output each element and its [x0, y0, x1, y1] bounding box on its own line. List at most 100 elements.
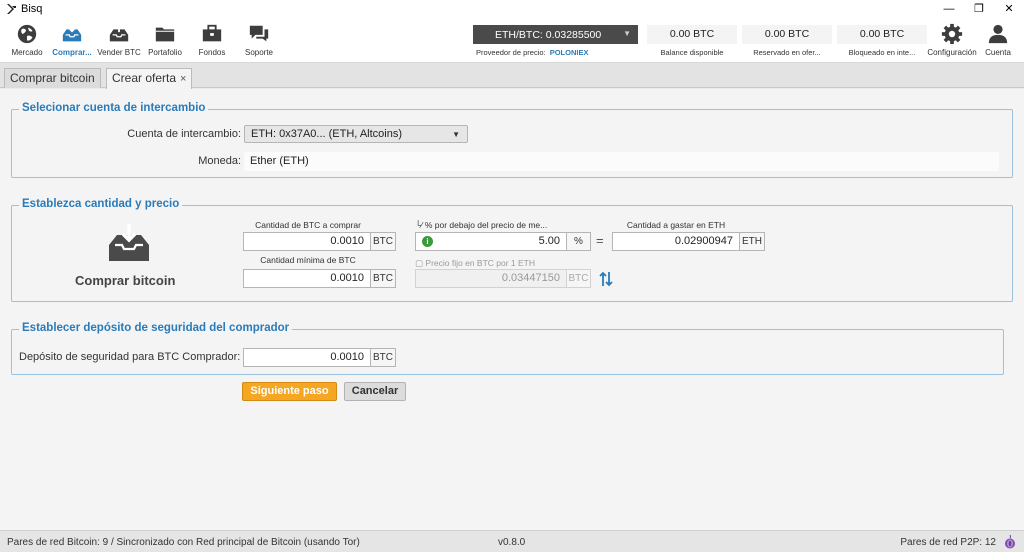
tab-create-offer-label: Crear oferta — [112, 71, 177, 85]
sell-tray-icon — [109, 23, 129, 42]
security-deposit-section-title: Establecer depósito de seguridad del com… — [19, 322, 293, 334]
balance-available-value: 0.00 BTC — [647, 25, 737, 44]
min-amount-unit: BTC — [370, 269, 396, 288]
amount-unit: BTC — [370, 232, 396, 251]
security-deposit-input[interactable]: 0.0010 — [243, 348, 371, 367]
volume-unit: ETH — [739, 232, 765, 251]
equals-sign: = — [596, 233, 604, 248]
nav-account-button[interactable]: Cuenta — [983, 17, 1013, 63]
security-deposit-label: Depósito de seguridad para BTC Comprador… — [19, 351, 241, 363]
bisq-logo-icon — [7, 3, 16, 14]
buy-tray-icon — [62, 23, 82, 42]
restore-icon[interactable]: ❐ — [964, 0, 994, 17]
close-tab-icon[interactable]: × — [180, 73, 186, 85]
app-version: v0.8.0 — [498, 537, 526, 548]
amount-label: Cantidad de BTC a comprar — [255, 220, 361, 230]
nav-market-label: Mercado — [11, 48, 43, 57]
nav-support-label: Soporte — [244, 48, 274, 57]
pct-below-market-input[interactable]: i 5.00 — [415, 232, 567, 251]
pct-below-market-text: % por debajo del precio de me... — [424, 220, 548, 230]
balance-reserved: 0.00 BTC Reservado en ofer... — [742, 25, 832, 57]
price-ticker-value: ETH/BTC: 0.03285500 — [495, 28, 602, 41]
gear-icon — [941, 23, 963, 45]
status-bar: Pares de red Bitcoin: 9 / Sincronizado c… — [0, 530, 1024, 552]
tab-create-offer[interactable]: Crear oferta × — [106, 68, 193, 89]
fixed-price-label: ▢ Precio fijo en BTC por 1 ETH — [415, 258, 575, 269]
minimize-icon[interactable]: — — [934, 0, 964, 17]
balance-reserved-value: 0.00 BTC — [742, 25, 832, 44]
price-provider-label: Proveedor de precio: — [476, 48, 546, 57]
amount-price-section: Establezca cantidad y precio Comprar bit… — [11, 198, 1013, 302]
window-controls: — ❐ ✕ — [934, 0, 1024, 17]
nav-support-button[interactable]: Soporte — [242, 17, 276, 63]
security-deposit-section: Establecer depósito de seguridad del com… — [11, 322, 1004, 375]
nav-portfolio-label: Portafolio — [148, 48, 182, 57]
price-ticker-select[interactable]: ETH/BTC: 0.03285500 ▼ — [473, 25, 638, 44]
amount-price-section-title: Establezca cantidad y precio — [19, 198, 183, 210]
next-step-button[interactable]: Siguiente paso — [242, 382, 337, 401]
volume-input[interactable]: 0.02900947 — [612, 232, 740, 251]
nav-account-label: Cuenta — [985, 48, 1011, 57]
info-icon[interactable]: i — [422, 236, 433, 247]
nav-market-button[interactable]: Mercado — [9, 17, 45, 63]
close-window-icon[interactable]: ✕ — [994, 0, 1024, 17]
buy-tray-icon — [109, 224, 149, 261]
tab-buy-bitcoin-label: Comprar bitcoin — [10, 71, 95, 85]
security-deposit-unit: BTC — [370, 348, 396, 367]
min-amount-input[interactable]: 0.0010 — [243, 269, 371, 288]
bitcoin-network-status: Pares de red Bitcoin: 9 / Sincronizado c… — [7, 537, 360, 548]
folder-icon — [155, 27, 175, 42]
main-toolbar: Mercado Comprar... Vender BTC Portafolio… — [0, 17, 1024, 63]
nav-settings-label: Configuración — [927, 48, 977, 57]
fixed-price-input: 0.03447150 — [415, 269, 567, 288]
swap-price-icon[interactable] — [599, 271, 613, 287]
lock-icon: ▢ — [415, 258, 424, 268]
nav-sell-button[interactable]: Vender BTC — [97, 17, 141, 63]
volume-label: Cantidad a gastar en ETH — [626, 220, 726, 230]
nav-sell-label: Vender BTC — [97, 48, 141, 57]
balance-locked-label: Bloqueado en inte... — [848, 48, 916, 57]
chevron-down-icon: ▼ — [623, 29, 631, 38]
tab-bar: Comprar bitcoin Crear oferta × — [0, 63, 1024, 89]
briefcase-icon — [202, 24, 222, 42]
balance-available: 0.00 BTC Balance disponible — [647, 25, 737, 57]
pct-unit: % — [566, 232, 591, 251]
balance-available-label: Balance disponible — [660, 48, 724, 57]
tor-onion-icon — [1005, 534, 1015, 549]
price-provider-name[interactable]: POLONIEX — [550, 48, 589, 57]
nav-portfolio-button[interactable]: Portafolio — [145, 17, 185, 63]
tab-buy-bitcoin[interactable]: Comprar bitcoin — [4, 68, 101, 88]
currency-field: Ether (ETH) — [244, 152, 999, 171]
title-bar: Bisq — ❐ ✕ — [0, 0, 1024, 17]
p2p-peers-status: Pares de red P2P: 12 — [900, 537, 996, 548]
currency-label: Moneda: — [198, 155, 241, 167]
amount-input[interactable]: 0.0010 — [243, 232, 371, 251]
chart-toggle-icon[interactable]: └∕ — [415, 220, 422, 230]
window-title: Bisq — [21, 2, 43, 15]
fixed-price-unit: BTC — [566, 269, 591, 288]
nav-settings-button[interactable]: Configuración — [924, 17, 980, 63]
create-offer-form: Selecionar cuenta de intercambio Cuenta … — [0, 89, 1024, 530]
account-select-value: ETH: 0x37A0... (ETH, Altcoins) — [251, 128, 402, 140]
price-provider: Proveedor de precio: POLONIEX — [476, 48, 588, 57]
account-select[interactable]: ETH: 0x37A0... (ETH, Altcoins) ▼ — [244, 125, 468, 143]
account-label: Cuenta de intercambio: — [127, 128, 241, 140]
nav-funds-label: Fondos — [198, 48, 226, 57]
balance-locked-value: 0.00 BTC — [837, 25, 927, 44]
balance-reserved-label: Reservado en ofer... — [753, 48, 821, 57]
fixed-price-text: Precio fijo en BTC por 1 ETH — [425, 258, 536, 268]
account-section-title: Selecionar cuenta de intercambio — [19, 102, 209, 114]
nav-buy-label: Comprar... — [52, 48, 92, 57]
globe-icon — [17, 24, 37, 44]
chat-bubbles-icon — [249, 25, 269, 42]
direction-label: Comprar bitcoin — [75, 273, 176, 288]
user-icon — [988, 24, 1008, 44]
min-amount-label: Cantidad mínima de BTC — [260, 255, 356, 265]
nav-funds-button[interactable]: Fondos — [195, 17, 229, 63]
nav-buy-button[interactable]: Comprar... — [47, 17, 97, 63]
chevron-down-icon: ▼ — [452, 130, 460, 139]
pct-below-market-value: 5.00 — [538, 235, 560, 247]
account-section: Selecionar cuenta de intercambio Cuenta … — [11, 102, 1013, 178]
cancel-button[interactable]: Cancelar — [344, 382, 406, 401]
balance-locked: 0.00 BTC Bloqueado en inte... — [837, 25, 927, 57]
